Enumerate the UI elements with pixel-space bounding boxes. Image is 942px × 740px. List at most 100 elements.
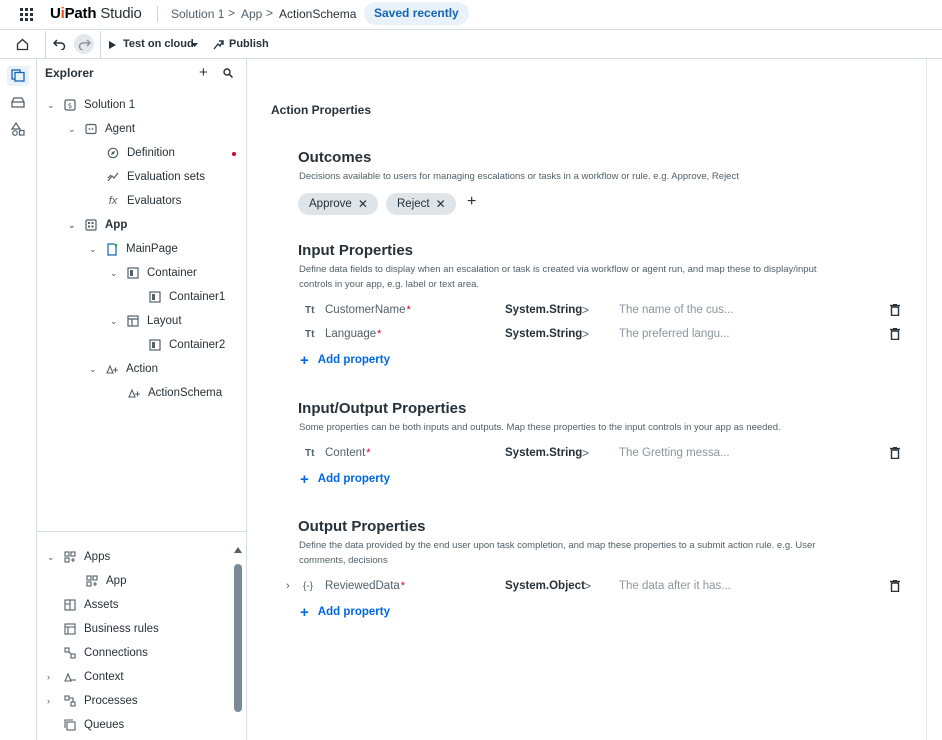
- tree-item-container2[interactable]: Container2: [148, 335, 225, 355]
- breadcrumb-separator: >: [228, 6, 236, 20]
- chevron-right-icon[interactable]: >: [582, 303, 589, 317]
- chevron-down-icon[interactable]: ⌄: [47, 100, 57, 111]
- chevron-right-icon[interactable]: ›: [47, 696, 57, 706]
- chevron-down-icon[interactable]: ⌄: [89, 364, 99, 375]
- trash-icon[interactable]: [890, 580, 900, 592]
- close-icon[interactable]: ✕: [358, 197, 368, 211]
- property-name[interactable]: Language*: [325, 328, 381, 340]
- chevron-down-icon[interactable]: ⌄: [110, 268, 120, 279]
- outcome-chip-approve[interactable]: Approve ✕: [298, 193, 378, 215]
- chevron-right-icon[interactable]: >: [582, 446, 589, 460]
- output-properties-description: Define the data provided by the end user…: [299, 540, 816, 566]
- tree-item-action-schema[interactable]: ActionSchema: [127, 383, 222, 403]
- outcome-chip-reject[interactable]: Reject ✕: [386, 193, 456, 215]
- chevron-down-icon[interactable]: ⌄: [110, 316, 120, 327]
- resource-item-app[interactable]: App: [85, 571, 126, 591]
- chevron-down-icon[interactable]: ⌄: [47, 552, 57, 563]
- tree-item-container1[interactable]: Container1: [148, 287, 225, 307]
- resource-item-assets[interactable]: Assets: [63, 595, 119, 615]
- chevron-down-icon[interactable]: ⌄: [68, 220, 78, 231]
- tree-item-solution[interactable]: ⌄ $ Solution 1: [47, 95, 135, 115]
- add-output-property-button[interactable]: + Add property: [300, 603, 390, 621]
- property-description-input[interactable]: The preferred langu...: [619, 328, 730, 340]
- add-icon[interactable]: +: [199, 64, 208, 81]
- tree-item-app[interactable]: ⌄ App: [68, 215, 127, 235]
- resource-item-business-rules[interactable]: Business rules: [63, 619, 159, 639]
- chevron-right-icon[interactable]: >: [584, 579, 591, 593]
- property-description-input[interactable]: The data after it has...: [619, 580, 731, 592]
- property-row-language[interactable]: Tt Language* System.String > The preferr…: [299, 326, 902, 346]
- tree-item-mainpage[interactable]: ⌄ MainPage: [89, 239, 178, 259]
- resources-icon[interactable]: [11, 96, 25, 108]
- resource-item-connections[interactable]: Connections: [63, 643, 148, 663]
- search-icon[interactable]: [223, 68, 233, 78]
- action-icon: [105, 362, 119, 376]
- breadcrumb-solution[interactable]: Solution 1: [171, 7, 224, 21]
- text-type-icon: Tt: [305, 448, 315, 459]
- resource-item-context[interactable]: › Context: [47, 667, 124, 687]
- shapes-icon[interactable]: [11, 122, 25, 136]
- property-description-input[interactable]: The name of the cus...: [619, 304, 733, 316]
- tree-item-evaluation-sets[interactable]: Evaluation sets: [106, 167, 205, 187]
- chevron-right-icon[interactable]: ›: [286, 580, 290, 592]
- tree-item-definition[interactable]: Definition: [106, 143, 175, 163]
- resource-item-queues[interactable]: Queues: [63, 715, 124, 735]
- property-row-content[interactable]: Tt Content* System.String > The Gretting…: [299, 445, 902, 465]
- scroll-up-arrow[interactable]: [234, 547, 242, 553]
- property-row-customername[interactable]: Tt CustomerName* System.String > The nam…: [299, 302, 902, 322]
- resource-item-label: Connections: [84, 647, 148, 659]
- property-type[interactable]: System.Object: [505, 580, 585, 592]
- undo-icon[interactable]: [53, 39, 66, 50]
- tree-item-container[interactable]: ⌄ Container: [110, 263, 197, 283]
- publish-button[interactable]: Publish: [229, 38, 269, 50]
- apps-icon: [63, 550, 77, 564]
- input-properties-description: Define data fields to display when an es…: [299, 264, 817, 290]
- home-icon[interactable]: [16, 38, 29, 51]
- object-type-icon: {-}: [303, 581, 314, 592]
- tree-item-layout[interactable]: ⌄ Layout: [110, 311, 182, 331]
- property-name[interactable]: ReviewedData*: [325, 580, 405, 592]
- property-type[interactable]: System.String: [505, 447, 582, 459]
- property-name[interactable]: CustomerName*: [325, 304, 411, 316]
- property-type[interactable]: System.String: [505, 304, 582, 316]
- property-type[interactable]: System.String: [505, 328, 582, 340]
- trash-icon[interactable]: [890, 447, 900, 459]
- tree-item-label: Container: [147, 267, 197, 279]
- property-name[interactable]: Content*: [325, 447, 371, 459]
- chevron-down-icon[interactable]: ⌄: [89, 244, 99, 255]
- test-on-cloud-button[interactable]: Test on cloud: [123, 38, 194, 50]
- toolbar-divider: [100, 31, 101, 59]
- add-inout-property-button[interactable]: + Add property: [300, 471, 390, 488]
- trash-icon[interactable]: [890, 328, 900, 340]
- breadcrumb-app[interactable]: App: [241, 7, 262, 21]
- tree-item-action[interactable]: ⌄ Action: [89, 359, 158, 379]
- add-outcome-icon[interactable]: +: [467, 193, 476, 211]
- resource-item-apps[interactable]: ⌄ Apps: [47, 547, 110, 567]
- breadcrumb-current[interactable]: ActionSchema: [279, 7, 356, 21]
- trash-icon[interactable]: [890, 304, 900, 316]
- brand-logo: UiPath Studio: [50, 5, 142, 22]
- chevron-right-icon[interactable]: ›: [47, 672, 57, 682]
- context-icon: [63, 670, 77, 684]
- chip-label: Reject: [397, 198, 430, 210]
- chevron-right-icon[interactable]: >: [582, 327, 589, 341]
- tree-item-agent[interactable]: ⌄ Agent: [68, 119, 135, 139]
- resource-item-label: Processes: [84, 695, 138, 707]
- add-input-property-button[interactable]: + Add property: [300, 352, 390, 369]
- inout-properties-title: Input/Output Properties: [298, 400, 467, 417]
- plus-icon: +: [300, 603, 309, 621]
- chevron-down-icon[interactable]: [191, 43, 198, 48]
- header-divider: [157, 6, 158, 22]
- property-row-revieweddata[interactable]: › {-} ReviewedData* System.Object > The …: [286, 578, 902, 598]
- chevron-down-icon[interactable]: ⌄: [68, 124, 78, 135]
- app-launcher-icon[interactable]: [20, 8, 33, 21]
- resource-item-processes[interactable]: › Processes: [47, 691, 138, 711]
- status-badge: Saved recently: [364, 2, 469, 25]
- resource-item-label: Business rules: [84, 623, 159, 635]
- close-icon[interactable]: ✕: [436, 197, 446, 211]
- scrollbar[interactable]: [234, 564, 242, 712]
- tree-item-evaluators[interactable]: fx Evaluators: [106, 191, 182, 211]
- property-description-input[interactable]: The Gretting messa...: [619, 447, 730, 459]
- input-properties-title: Input Properties: [298, 242, 414, 259]
- redo-button[interactable]: [74, 34, 94, 54]
